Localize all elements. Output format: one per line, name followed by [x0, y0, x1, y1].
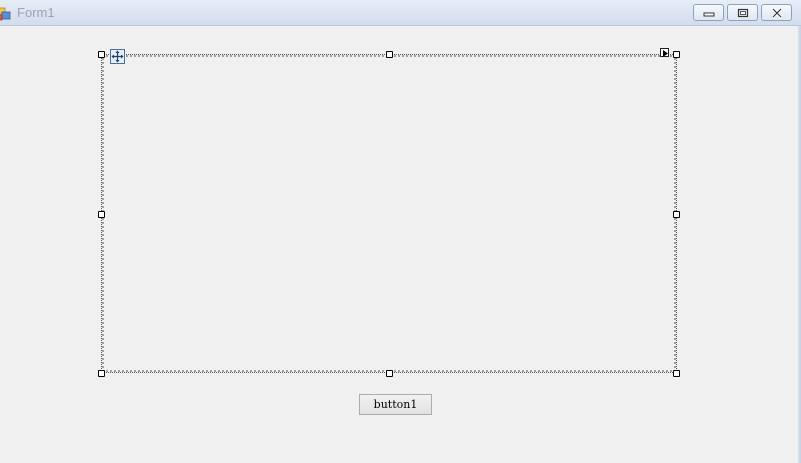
- close-icon: [771, 8, 783, 18]
- resize-handle-left[interactable]: [98, 211, 105, 218]
- resize-handle-right[interactable]: [673, 211, 680, 218]
- window-title: Form1: [17, 5, 55, 20]
- title-bar[interactable]: Form1: [0, 0, 801, 26]
- close-button[interactable]: [761, 4, 792, 21]
- form-icon[interactable]: [0, 6, 11, 21]
- resize-handle-bottom-right[interactable]: [673, 370, 680, 377]
- resize-handle-top-right[interactable]: [673, 51, 680, 58]
- minimize-icon: [703, 12, 715, 17]
- smart-tag-button[interactable]: [660, 48, 669, 57]
- button1[interactable]: button1: [359, 394, 432, 415]
- minimize-button[interactable]: [693, 4, 724, 21]
- maximize-button[interactable]: [727, 4, 758, 21]
- smart-tag-arrow-icon: [663, 50, 668, 57]
- resize-handle-top-left[interactable]: [98, 51, 105, 58]
- resize-handle-bottom-left[interactable]: [98, 370, 105, 377]
- maximize-icon: [737, 8, 749, 18]
- resize-handle-bottom[interactable]: [386, 370, 393, 377]
- selection-border: [101, 54, 677, 373]
- resize-handle-top[interactable]: [386, 51, 393, 58]
- move-icon[interactable]: [110, 49, 125, 64]
